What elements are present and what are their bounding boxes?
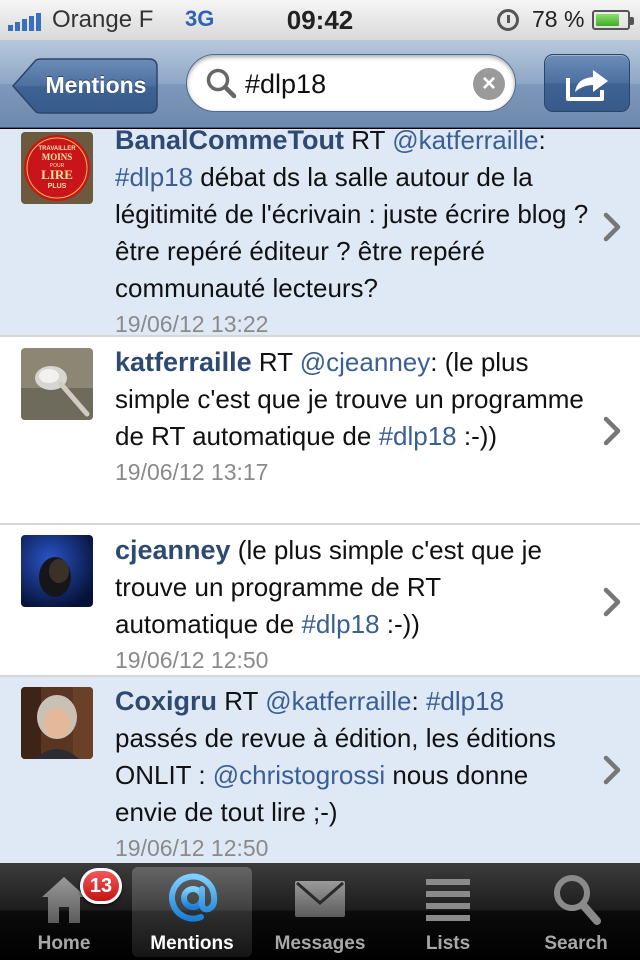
tweet-text: RT: [217, 686, 266, 716]
avatar: [21, 687, 93, 759]
chevron-right-icon: [603, 755, 621, 785]
tweet-username[interactable]: katferraille: [115, 347, 252, 377]
tweet-row[interactable]: TRAVAILLER MOINS POUR LIRE PLUS BanalCom…: [0, 129, 640, 337]
hashtag-link[interactable]: #dlp18: [115, 162, 193, 192]
share-icon: [566, 70, 608, 101]
tweet-time: 19/06/12 13:22: [115, 311, 269, 337]
tab-home[interactable]: 13 Home: [0, 863, 128, 960]
avatar: [21, 535, 93, 607]
chevron-right-icon: [603, 212, 621, 242]
avatar-photo-portrait: [21, 535, 93, 607]
tweet-text: :: [538, 129, 546, 155]
battery-percent: 78 %: [532, 6, 585, 32]
tweet-username[interactable]: BanalCommeTout: [115, 129, 344, 155]
share-button[interactable]: [544, 54, 630, 112]
chevron-right-icon: [603, 587, 621, 617]
tab-label: Messages: [274, 933, 366, 954]
envelope-icon: [295, 881, 345, 917]
carrier-name: Orange F: [52, 6, 154, 33]
tab-label: Lists: [425, 933, 471, 954]
alarm-icon: [497, 9, 519, 31]
tweet-body: BanalCommeTout RT @katferraille: #dlp18 …: [115, 129, 590, 341]
tweet-username[interactable]: Coxigru: [115, 686, 217, 716]
tweet-content: katferraille RT @cjeanney: (le plus simp…: [115, 347, 584, 451]
search-input[interactable]: #dlp18: [245, 55, 455, 113]
tweet-text: RT: [251, 347, 300, 377]
tweet-content: Coxigru RT @katferraille: #dlp18 passés …: [115, 686, 556, 827]
tweet-body: Coxigru RT @katferraille: #dlp18 passés …: [115, 683, 590, 863]
status-bar: Orange F 3G 09:42 78 %: [0, 0, 640, 40]
avatar-photo-woman: [21, 687, 93, 759]
tweet-time: 19/06/12 12:50: [115, 835, 269, 861]
avatar-badge-image: TRAVAILLER MOINS POUR LIRE PLUS: [21, 132, 93, 204]
tweet-time: 19/06/12 13:17: [115, 459, 269, 485]
avatar-text-2: MOINS: [42, 152, 73, 162]
network-type: 3G: [185, 6, 215, 31]
back-button[interactable]: Mentions: [12, 58, 158, 114]
tab-messages[interactable]: Messages: [256, 863, 384, 960]
list-icon: [426, 879, 470, 921]
notification-badge: 13: [80, 868, 122, 904]
mention-link[interactable]: @katferraille: [392, 129, 538, 155]
mention-link[interactable]: @katferraille: [265, 686, 411, 716]
at-icon: [169, 873, 218, 922]
signal-strength-icon: [8, 13, 41, 31]
tweet-body: katferraille RT @cjeanney: (le plus simp…: [115, 344, 590, 489]
tweet-text: :-)): [379, 609, 420, 639]
tweet-body: cjeanney (le plus simple c'est que je tr…: [115, 532, 590, 677]
avatar: TRAVAILLER MOINS POUR LIRE PLUS: [21, 132, 93, 204]
tweet-content: cjeanney (le plus simple c'est que je tr…: [115, 535, 542, 639]
mention-link[interactable]: @cjeanney: [300, 347, 430, 377]
tab-bar: 13 Home Mentions Messages Lists Search: [0, 863, 640, 960]
tab-mentions[interactable]: Mentions: [128, 863, 256, 960]
tab-search[interactable]: Search: [512, 863, 640, 960]
avatar-photo-spoon: [21, 348, 93, 420]
tweet-list[interactable]: TRAVAILLER MOINS POUR LIRE PLUS BanalCom…: [0, 129, 640, 863]
avatar-text-4: LIRE: [41, 167, 73, 182]
tweet-text: :: [411, 686, 426, 716]
search-field[interactable]: #dlp18 ×: [186, 54, 516, 112]
hashtag-link[interactable]: #dlp18: [426, 686, 504, 716]
battery-icon: [592, 10, 634, 30]
back-button-label: Mentions: [45, 72, 147, 98]
tweet-username[interactable]: cjeanney: [115, 535, 231, 565]
tab-label: Search: [544, 933, 608, 954]
avatar-text-5: PLUS: [48, 183, 67, 190]
magnifier-icon: [554, 875, 601, 925]
tweet-row[interactable]: cjeanney (le plus simple c'est que je tr…: [0, 525, 640, 677]
hashtag-link[interactable]: #dlp18: [379, 421, 457, 451]
clear-search-icon[interactable]: ×: [473, 68, 505, 100]
search-icon: [206, 68, 237, 99]
tweet-text: :-)): [456, 421, 498, 451]
tweet-row[interactable]: katferraille RT @cjeanney: (le plus simp…: [0, 337, 640, 525]
tweet-time: 19/06/12 12:50: [115, 647, 269, 673]
tweet-row[interactable]: Coxigru RT @katferraille: #dlp18 passés …: [0, 677, 640, 863]
tweet-content: BanalCommeTout RT @katferraille: #dlp18 …: [115, 129, 588, 303]
tab-lists[interactable]: Lists: [384, 863, 512, 960]
chevron-right-icon: [603, 416, 621, 446]
avatar: [21, 348, 93, 420]
navigation-bar: Mentions #dlp18 ×: [0, 40, 640, 128]
tweet-text: RT: [344, 129, 393, 155]
tab-label: Mentions: [150, 933, 234, 954]
mention-link[interactable]: @christogrossi: [213, 760, 385, 790]
tab-label: Home: [37, 933, 91, 954]
hashtag-link[interactable]: #dlp18: [301, 609, 379, 639]
